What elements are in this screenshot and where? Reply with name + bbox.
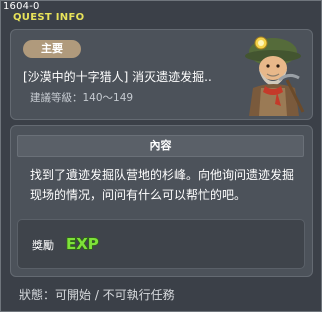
window-title: QUEST INFO bbox=[13, 12, 85, 23]
quest-id: 1604-0 bbox=[3, 1, 40, 12]
title-bar[interactable]: 1604-0 QUEST INFO bbox=[1, 1, 321, 25]
reward-box bbox=[17, 219, 305, 269]
quest-name: [沙漠中的十字猎人] 消灭遗迹发掘.. bbox=[23, 70, 212, 84]
reward-label: 獎勵 bbox=[32, 239, 54, 252]
description-line-1: 找到了遺迹发掘队营地的杉峰。向他询问遗迹发掘 bbox=[30, 168, 295, 182]
exp-icon: EXP bbox=[65, 234, 99, 253]
quest-type-badge: 主要 bbox=[23, 40, 81, 58]
recommended-level: 建議等級：140～149 bbox=[30, 92, 134, 104]
content-header: 內容 bbox=[17, 135, 304, 157]
quest-info-window: 1604-0 QUEST INFO 主要 [沙漠中的十字猎人] 消灭遗迹发掘..… bbox=[0, 0, 322, 312]
description-line-2: 现场的情况，问问有什么可以帮忙的吧。 bbox=[30, 188, 247, 202]
exp-text: EXP bbox=[66, 235, 99, 253]
npc-portrait bbox=[245, 36, 305, 116]
quest-status: 狀態：可開始 / 不可執行任務 bbox=[19, 288, 175, 302]
